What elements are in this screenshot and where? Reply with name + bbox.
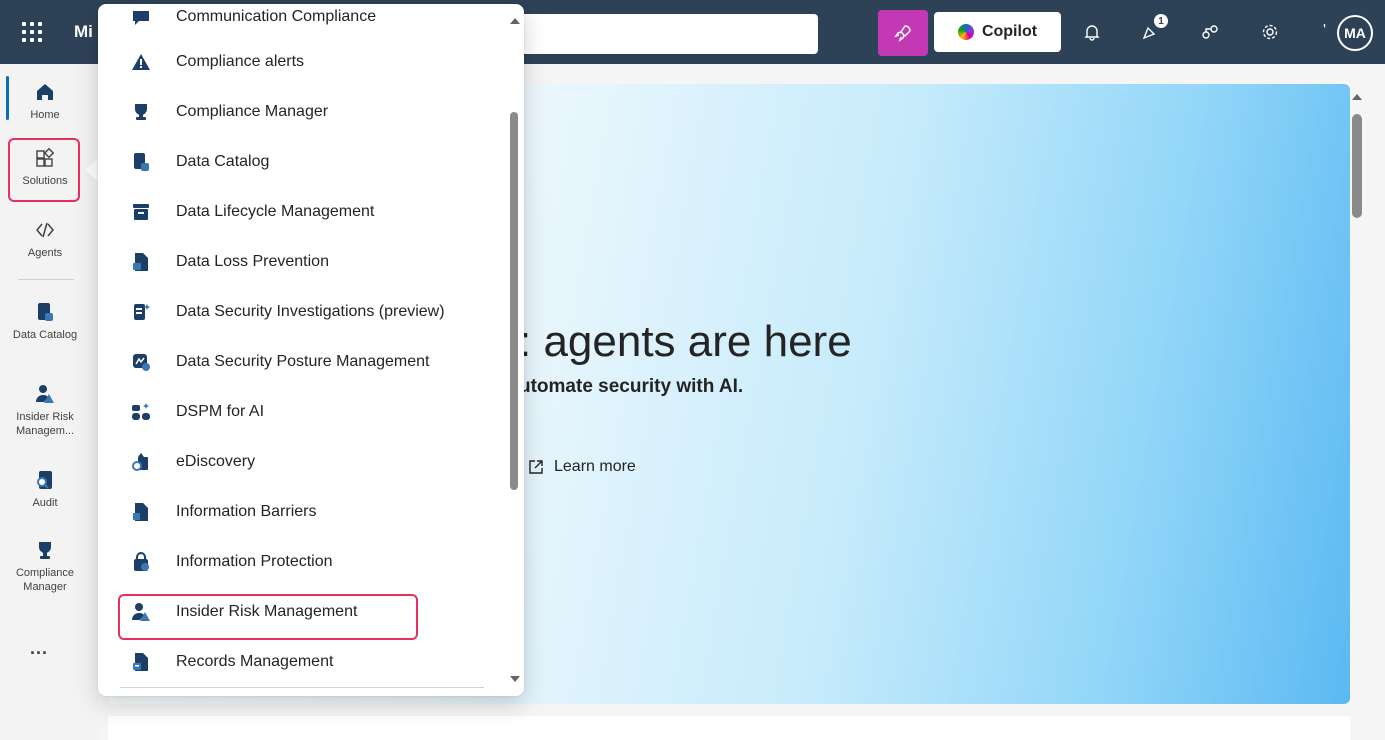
flyout-caret [86,158,98,182]
app-launcher-icon[interactable] [20,20,44,44]
scroll-down-icon[interactable] [510,676,520,682]
compliance-manager-icon [33,538,57,562]
flyout-item-label: Records Management [176,653,334,670]
rail-label: Agents [27,247,63,259]
rail-item-compliance-manager[interactable]: Compliance Manager [6,538,84,594]
rail-label: Home [30,109,60,121]
flyout-item-data-loss-prevention[interactable]: Data Loss Prevention [120,237,500,287]
rail-item-insider-risk[interactable]: Insider Risk Managem... [6,382,84,438]
lock-document-icon [130,251,152,273]
scroll-up-icon[interactable] [1352,94,1362,100]
insider-risk-highlight-box [118,594,418,640]
data-catalog-icon [33,300,57,324]
flyout-item-data-security-investigations[interactable]: Data Security Investigations (preview) [120,287,500,337]
more-icon[interactable]: ... [30,638,48,659]
flyout-item-information-barriers[interactable]: Information Barriers [120,487,500,537]
flyout-item-label: DSPM for AI [176,403,265,420]
flyout-item-label: Compliance Manager [176,103,329,120]
home-icon [33,80,57,104]
avatar[interactable]: MA [1337,15,1373,51]
solutions-highlight-box [8,138,80,202]
protection-icon [130,551,152,573]
flyout-item-data-security-posture[interactable]: Data Security Posture Management [120,337,500,387]
scrollbar-thumb[interactable] [510,112,518,490]
connections-icon[interactable] [1198,20,1222,44]
hero-subtitle: utomate security with AI. [519,376,744,397]
rail-item-home[interactable]: Home [6,80,84,122]
ediscovery-icon [130,451,152,473]
flyout-item-dspm-for-ai[interactable]: DSPM for AI [120,387,500,437]
copilot-label: Copilot [981,23,1038,40]
flyout-item-compliance-manager[interactable]: Compliance Manager [120,87,500,137]
flyout-divider [120,687,484,688]
flyout-item-compliance-alerts[interactable]: Compliance alerts [120,37,500,87]
flyout-item-label: Data Security Investigations (preview) [176,303,445,320]
archive-icon [130,201,152,223]
flyout-item-information-protection[interactable]: Information Protection [120,537,500,587]
flyout-item-data-catalog[interactable]: Data Catalog [120,137,500,187]
solutions-flyout: Communication Compliance Compliance aler… [98,4,524,696]
flyout-item-label: Information Barriers [176,503,317,520]
rocket-button[interactable] [878,10,928,56]
insider-risk-icon [33,382,57,406]
investigation-icon [130,301,152,323]
help-tick: ' [1323,22,1327,39]
search-input[interactable] [508,14,818,54]
alert-icon [130,51,152,73]
gear-icon[interactable] [1258,20,1282,44]
flyout-item-label: Communication Compliance [176,8,377,25]
flyout-item-label: eDiscovery [176,453,256,470]
rail-label: Audit [32,497,58,509]
learn-more-link[interactable]: Learn more [528,458,636,476]
records-icon [130,651,152,673]
rail-divider [18,279,74,280]
data-catalog-icon [130,151,152,173]
flyout-item-label: Compliance alerts [176,53,305,70]
rail-label: Insider Risk Managem... [15,411,75,437]
hero-title: : agents are here [519,317,852,366]
flyout-scrollbar[interactable] [508,4,522,696]
copilot-icon [957,24,974,40]
flyout-item-label: Data Lifecycle Management [176,203,375,220]
flyout-item-label: Data Loss Prevention [176,253,329,270]
bell-icon[interactable] [1080,20,1104,44]
rail-label: Data Catalog [12,329,78,341]
brand-title: Mi [74,22,93,41]
flyout-item-label: Information Protection [176,553,333,570]
trophy-icon [130,101,152,123]
scroll-up-icon[interactable] [510,18,520,24]
rocket-icon [894,25,911,42]
external-link-icon [529,460,543,474]
main-bottom-panel [108,716,1350,740]
barrier-icon [130,501,152,523]
rail-item-agents[interactable]: Agents [6,218,84,260]
main-scrollbar[interactable] [1352,84,1366,740]
audit-icon [33,468,57,492]
flyout-item-label: Data Security Posture Management [176,353,430,370]
scrollbar-thumb[interactable] [1352,114,1362,218]
flyout-item-data-lifecycle[interactable]: Data Lifecycle Management [120,187,500,237]
communication-compliance-icon [130,6,152,28]
posture-icon [130,351,152,373]
rail-item-audit[interactable]: Audit [6,468,84,510]
notification-badge: 1 [1154,14,1168,28]
copilot-button[interactable]: Copilot [934,12,1061,52]
dspm-ai-icon [130,401,152,423]
whats-new-icon[interactable]: 1 [1138,14,1168,44]
flyout-item-records-management[interactable]: Records Management [120,637,500,687]
rail-item-data-catalog[interactable]: Data Catalog [6,300,84,342]
agents-icon [33,218,57,242]
learn-more-label: Learn more [554,458,636,475]
rail-label: Compliance Manager [15,567,75,593]
flyout-item-ediscovery[interactable]: eDiscovery [120,437,500,487]
flyout-item-label: Data Catalog [176,153,270,170]
